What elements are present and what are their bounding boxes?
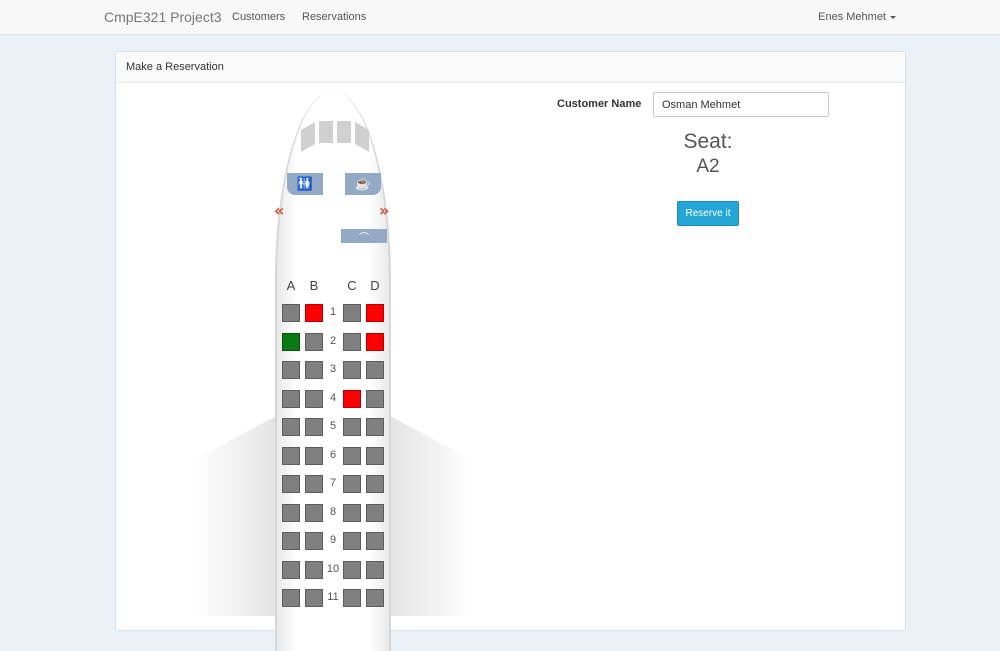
seat-2a[interactable] [282,333,300,351]
seat-10d[interactable] [366,561,384,579]
seat-9c[interactable] [343,532,361,550]
customer-name-label: Customer Name [557,98,642,110]
coat-hanger-icon: ⌒ [341,229,387,244]
customer-name-input[interactable] [653,92,829,117]
seat-5b[interactable] [305,418,323,436]
seat-7d[interactable] [366,475,384,493]
row-number: 6 [329,449,337,461]
row-number: 10 [326,563,340,575]
right-wing [390,416,472,616]
seat-value: A2 [696,156,720,177]
row-number: 8 [329,506,337,518]
seat-2d[interactable] [366,333,384,351]
seat-11d[interactable] [366,589,384,607]
seat-2c[interactable] [343,333,361,351]
seat-11c[interactable] [343,589,361,607]
cockpit-window [319,121,333,143]
seat-4c[interactable] [343,390,361,408]
plane-diagram: 🚻 ☕ ⌒ « » [194,91,474,651]
seat-1b[interactable] [305,304,323,322]
exit-right-icon: » [379,201,390,220]
left-wing [194,416,276,616]
seat-7b[interactable] [305,475,323,493]
seat-4a[interactable] [282,390,300,408]
seat-1a[interactable] [282,304,300,322]
seat-2b[interactable] [305,333,323,351]
seat-3c[interactable] [343,361,361,379]
nav-reservations[interactable]: Reservations [302,11,366,23]
toilet-icon: 🚻 [287,173,323,195]
seat-8a[interactable] [282,504,300,522]
seat-11a[interactable] [282,589,300,607]
seat-6b[interactable] [305,447,323,465]
seat-4d[interactable] [366,390,384,408]
seat-10b[interactable] [305,561,323,579]
user-name: Enes Mehmet [818,11,886,23]
seat-column-b: B [309,278,319,293]
row-number: 1 [329,306,337,318]
seat-7c[interactable] [343,475,361,493]
seat-8d[interactable] [366,504,384,522]
seat-9a[interactable] [282,532,300,550]
exit-left-icon: « [274,201,285,220]
reserve-button[interactable]: Reserve it [677,201,739,226]
seat-1c[interactable] [343,304,361,322]
galley-icon: ☕ [345,173,381,195]
panel-heading: Make a Reservation [116,52,905,83]
row-number: 7 [329,477,337,489]
seat-3d[interactable] [366,361,384,379]
seat-11b[interactable] [305,589,323,607]
seat-8c[interactable] [343,504,361,522]
seat-6c[interactable] [343,447,361,465]
user-menu[interactable]: Enes Mehmet [818,11,896,23]
seat-column-c: C [347,278,357,293]
nav-customers[interactable]: Customers [232,11,285,23]
seat-6d[interactable] [366,447,384,465]
seat-8b[interactable] [305,504,323,522]
seat-9b[interactable] [305,532,323,550]
navbar: CmpE321 Project3 Customers Reservations … [0,0,1000,35]
caret-down-icon [890,15,896,19]
row-number: 2 [329,335,337,347]
row-number: 4 [329,392,337,404]
seat-column-a: A [286,278,296,293]
seat-heading: Seat: [683,130,733,153]
seat-5d[interactable] [366,418,384,436]
seat-10a[interactable] [282,561,300,579]
seat-6a[interactable] [282,447,300,465]
seat-column-d: D [370,278,380,293]
seat-7a[interactable] [282,475,300,493]
seat-3b[interactable] [305,361,323,379]
row-number: 11 [327,591,339,603]
brand-link[interactable]: CmpE321 Project3 [104,9,222,25]
seat-3a[interactable] [282,361,300,379]
seat-4b[interactable] [305,390,323,408]
cockpit-window [355,121,369,153]
row-number: 3 [329,363,337,375]
seat-5c[interactable] [343,418,361,436]
row-number: 9 [329,534,337,546]
row-number: 5 [329,420,337,432]
cockpit-window [301,121,315,153]
seat-5a[interactable] [282,418,300,436]
seat-9d[interactable] [366,532,384,550]
seat-1d[interactable] [366,304,384,322]
cockpit-window [337,121,351,143]
seat-10c[interactable] [343,561,361,579]
